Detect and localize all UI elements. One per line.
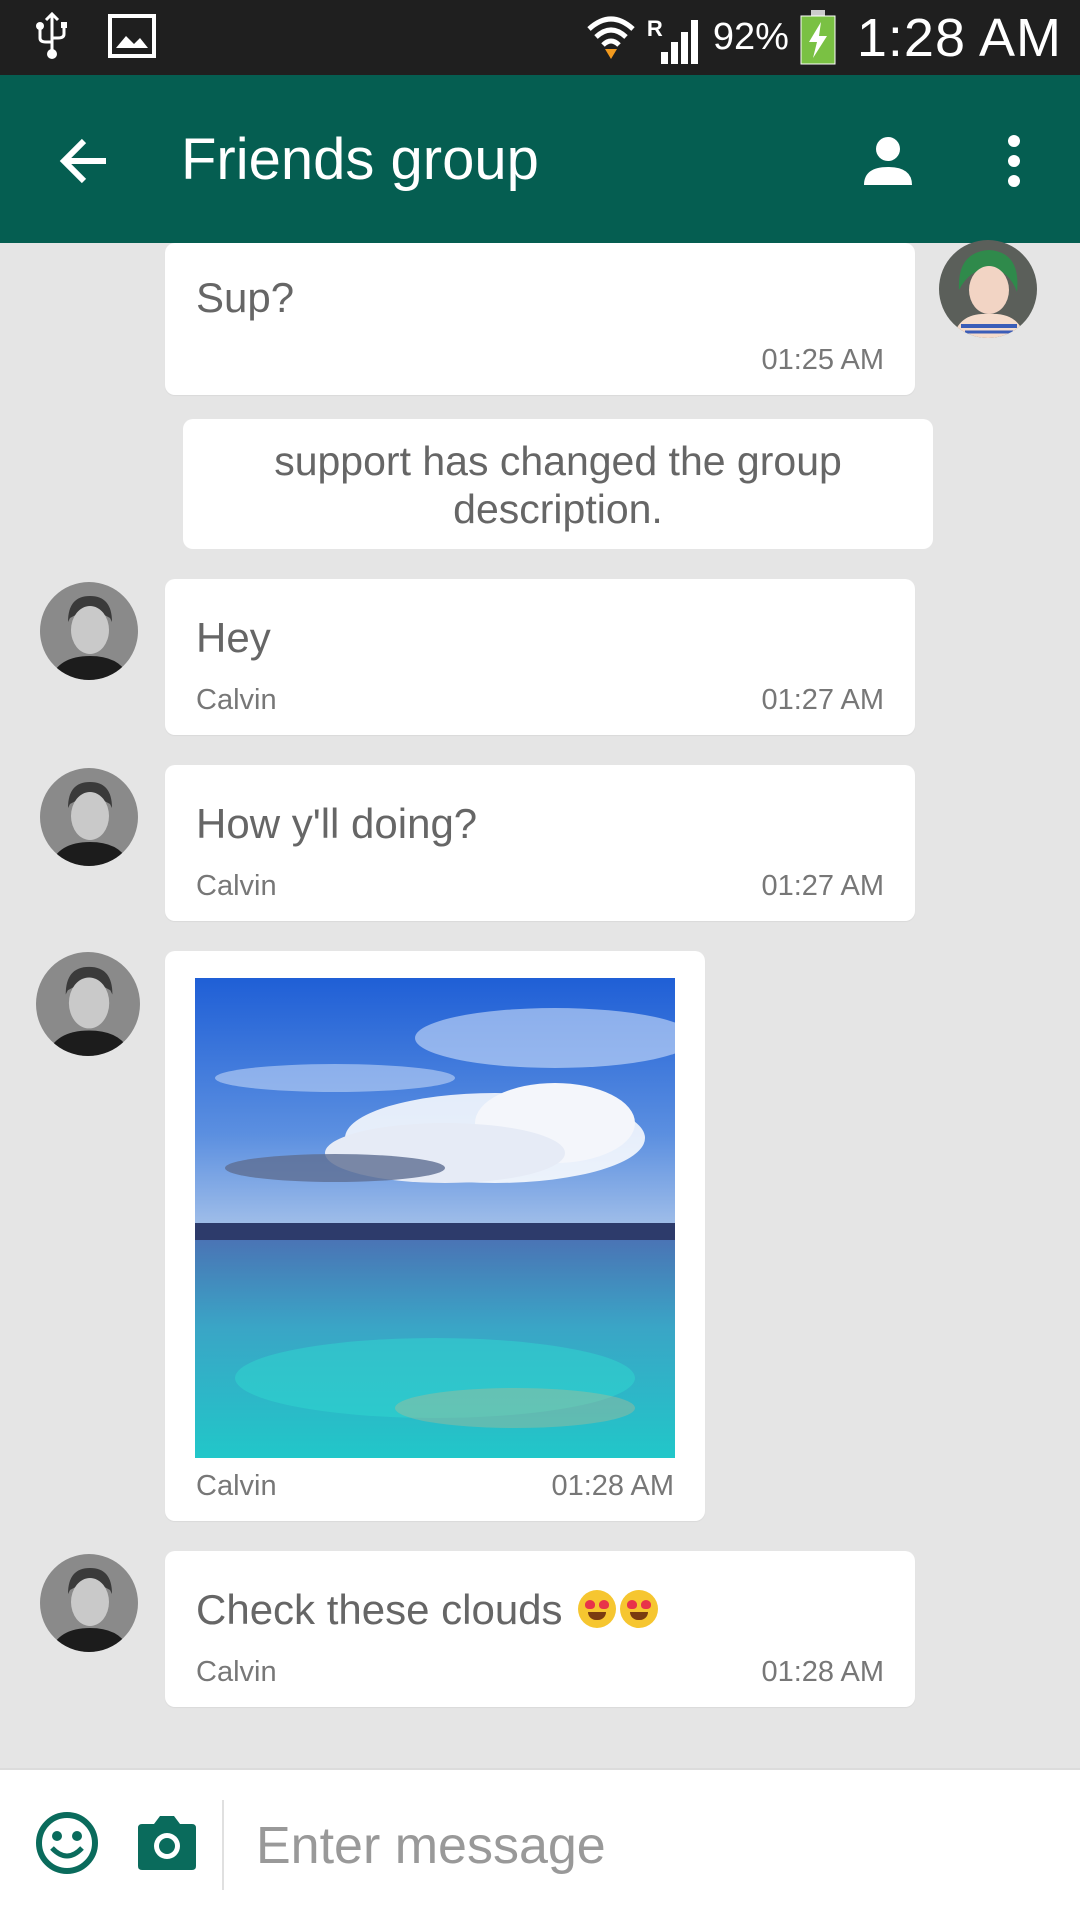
message-time: 01:28 AM [761, 1656, 884, 1688]
message-bubble[interactable]: Check these clouds Calvin 01:28 AM [165, 1551, 915, 1707]
arrow-back-icon [59, 138, 106, 184]
avatar[interactable] [939, 240, 1037, 338]
composer-bar [0, 1768, 1080, 1922]
chat-title: Friends group [181, 127, 539, 192]
avatar[interactable] [40, 1554, 138, 1652]
status-bar: R 92% 1:28 AM [0, 0, 1080, 75]
clock: 1:28 AM [856, 7, 1062, 68]
shared-image[interactable] [195, 978, 675, 1458]
more-vert-icon [1008, 135, 1020, 187]
message-sender: Calvin [196, 1470, 277, 1502]
emoji-button[interactable] [34, 1810, 100, 1876]
message-time: 01:27 AM [761, 870, 884, 902]
message-text: Check these clouds [196, 1586, 563, 1633]
message-bubble[interactable]: Hey Calvin 01:27 AM [165, 579, 915, 735]
system-message: support has changed the group descriptio… [183, 419, 933, 549]
avatar[interactable] [40, 768, 138, 866]
message-text: Sup? [196, 274, 295, 321]
battery-charging-icon [800, 9, 836, 64]
app-bar: Friends group [0, 75, 1080, 243]
usb-icon [36, 12, 67, 59]
message-sender: Calvin [196, 1656, 277, 1688]
message-time: 01:28 AM [551, 1470, 674, 1502]
wifi-icon [587, 16, 635, 59]
more-options-button[interactable] [978, 125, 1050, 197]
back-button[interactable] [48, 125, 120, 197]
person-icon [864, 137, 912, 185]
heart-eyes-emoji-icon [578, 1590, 617, 1628]
message-sender: Calvin [196, 684, 277, 716]
battery-percent: 92% [712, 16, 789, 58]
heart-eyes-emoji-icon [620, 1590, 659, 1628]
message-bubble[interactable]: Sup? 01:25 AM [165, 243, 915, 395]
message-text-row: Check these clouds [196, 1585, 659, 1635]
message-text: How y'll doing? [196, 800, 478, 847]
message-bubble[interactable]: How y'll doing? Calvin 01:27 AM [165, 765, 915, 921]
camera-button[interactable] [134, 1812, 200, 1874]
group-info-button[interactable] [852, 125, 924, 197]
composer-divider [222, 1800, 224, 1890]
avatar[interactable] [36, 952, 140, 1056]
message-sender: Calvin [196, 870, 277, 902]
image-message-bubble[interactable]: Calvin 01:28 AM [165, 951, 705, 1521]
message-time: 01:25 AM [761, 344, 884, 376]
cell-signal-icon: R [647, 8, 703, 68]
message-input[interactable] [254, 1800, 1038, 1892]
image-notification-icon [108, 14, 156, 58]
camera-icon [138, 1816, 196, 1870]
avatar[interactable] [40, 582, 138, 680]
smiley-icon [36, 1812, 98, 1874]
system-message-text: support has changed the group descriptio… [274, 438, 842, 532]
message-text: Hey [196, 614, 271, 661]
message-time: 01:27 AM [761, 684, 884, 716]
